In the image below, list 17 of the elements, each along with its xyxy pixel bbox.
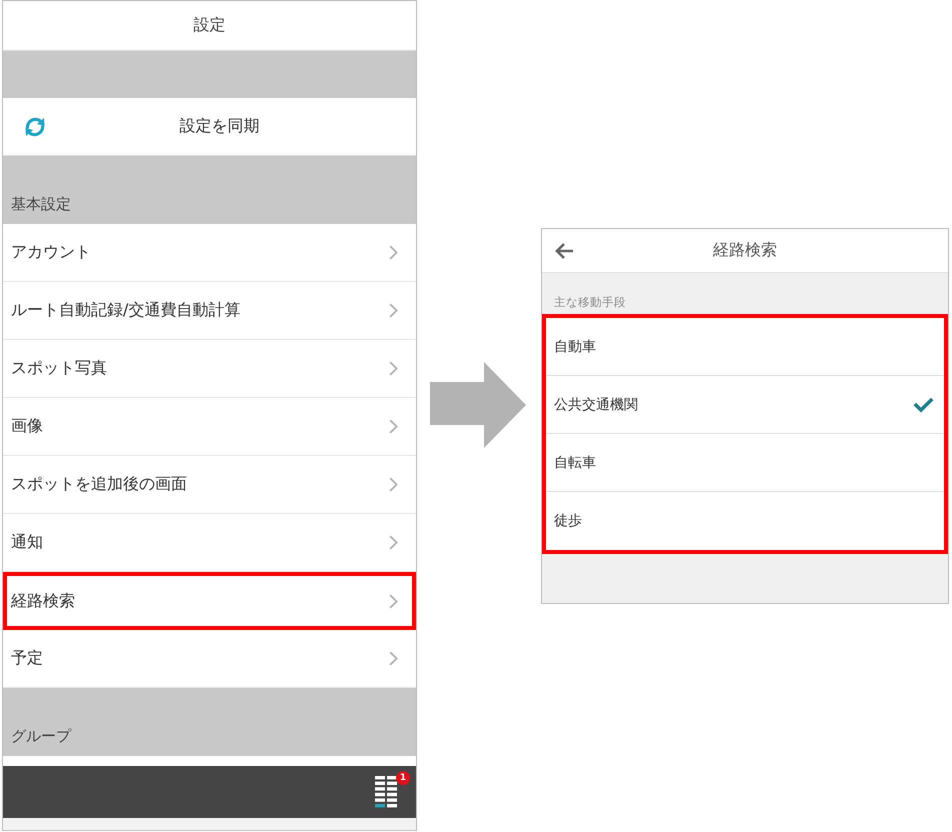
chevron-icon <box>389 477 398 492</box>
chevron-icon <box>389 651 398 666</box>
section-header: グループ <box>3 688 416 756</box>
notification-badge: 1 <box>396 771 410 785</box>
screen-title: 経路検索 <box>713 240 777 261</box>
chevron-icon <box>389 245 398 260</box>
screen-title: 設定 <box>194 15 226 36</box>
chevron-icon <box>389 361 398 376</box>
chevron-icon <box>389 594 398 608</box>
grid-menu-icon[interactable] <box>375 776 397 808</box>
chevron-icon <box>389 303 398 318</box>
back-arrow-icon[interactable] <box>554 242 574 260</box>
chevron-icon <box>389 419 398 434</box>
chevron-icon <box>389 535 398 550</box>
section-label: 主な移動手段 <box>554 295 626 310</box>
settings-item[interactable]: 経路検索 <box>3 572 416 630</box>
section-header: 基本設定 <box>3 156 416 224</box>
